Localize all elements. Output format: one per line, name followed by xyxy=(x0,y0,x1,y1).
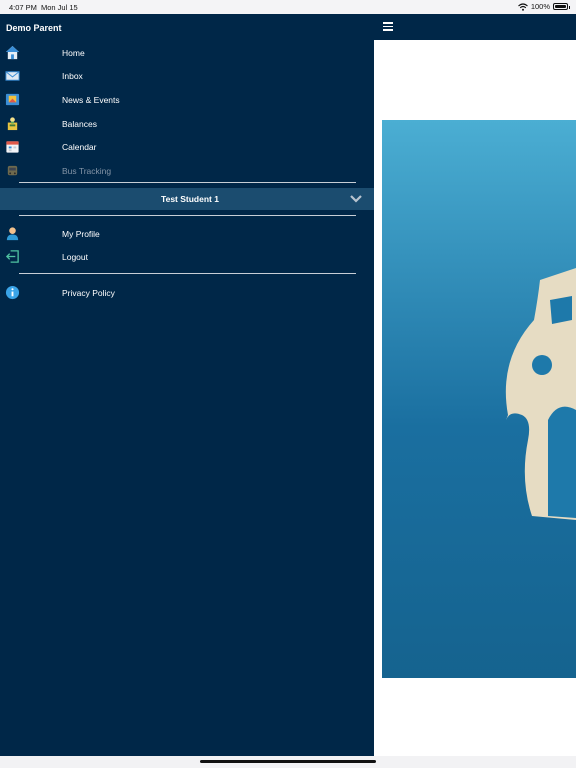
calendar-icon xyxy=(6,141,19,153)
logout-icon xyxy=(5,250,19,263)
hamburger-line xyxy=(383,25,393,28)
top-bar xyxy=(374,14,576,40)
hamburger-line xyxy=(383,22,393,24)
status-right: 100% xyxy=(517,2,570,11)
status-date: Mon Jul 15 xyxy=(41,3,78,12)
menu-item-inbox[interactable]: Inbox xyxy=(0,64,374,87)
chevron-down-icon xyxy=(350,195,362,203)
battery-fill xyxy=(555,5,566,8)
menu-label-logout: Logout xyxy=(62,251,88,262)
menu-label-news-events: News & Events xyxy=(62,94,120,105)
info-icon xyxy=(5,285,20,300)
hamburger-icon[interactable] xyxy=(383,22,393,31)
menu-label-home: Home xyxy=(62,47,85,58)
menu-label-bus-tracking: Bus Tracking xyxy=(62,165,112,176)
menu-item-home[interactable]: Home xyxy=(0,41,374,64)
bus-icon xyxy=(7,165,18,176)
menu-item-news-events[interactable]: News & Events xyxy=(0,88,374,111)
menu-item-balances[interactable]: Balances xyxy=(0,112,374,135)
balances-icon xyxy=(7,117,18,131)
menu-item-logout[interactable]: Logout xyxy=(0,245,374,268)
navigation-drawer: Demo Parent Home Inbox News & Events Bal… xyxy=(0,14,374,756)
home-indicator[interactable] xyxy=(200,760,376,763)
hamburger-line xyxy=(383,29,393,31)
battery-percent: 100% xyxy=(530,2,550,11)
news-icon xyxy=(5,93,20,106)
status-bar: 4:07 PM Mon Jul 15 100% xyxy=(0,0,576,14)
profile-icon xyxy=(6,227,19,241)
menu-label-balances: Balances xyxy=(62,118,97,129)
menu-item-calendar[interactable]: Calendar xyxy=(0,135,374,158)
wifi-icon xyxy=(517,2,528,11)
battery-icon xyxy=(553,3,570,10)
menu-item-my-profile[interactable]: My Profile xyxy=(0,222,374,245)
divider xyxy=(19,273,356,274)
student-name: Test Student 1 xyxy=(161,194,219,204)
home-icon xyxy=(5,45,20,60)
school-logo-graphic xyxy=(505,268,576,520)
menu-item-bus-tracking[interactable]: Bus Tracking xyxy=(0,159,374,182)
menu-label-privacy-policy: Privacy Policy xyxy=(62,287,115,298)
home-indicator-area xyxy=(0,756,576,768)
menu-label-my-profile: My Profile xyxy=(62,228,100,239)
mail-icon xyxy=(5,71,20,81)
school-banner-image xyxy=(382,120,576,678)
drawer-title: Demo Parent xyxy=(6,23,62,33)
student-selector[interactable]: Test Student 1 xyxy=(0,188,374,210)
menu-label-calendar: Calendar xyxy=(62,141,97,152)
status-time: 4:07 PM xyxy=(9,3,37,12)
main-content xyxy=(374,14,576,756)
menu-item-privacy-policy[interactable]: Privacy Policy xyxy=(0,281,374,304)
menu-label-inbox: Inbox xyxy=(62,70,83,81)
divider xyxy=(19,182,356,183)
divider xyxy=(19,215,356,216)
